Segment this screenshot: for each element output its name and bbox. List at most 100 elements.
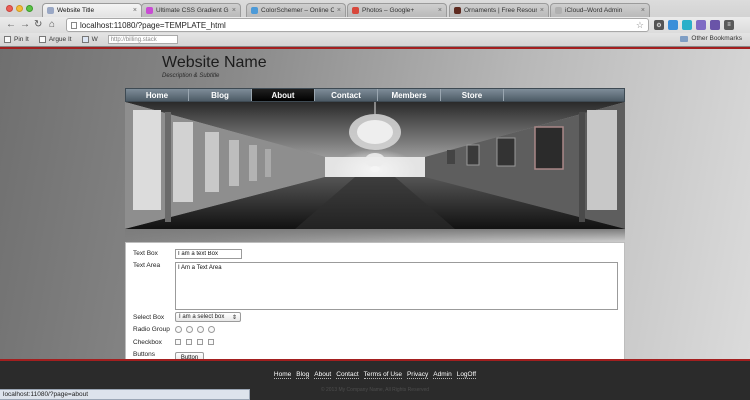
google-plus-icon [352,7,359,14]
select-box-label: Select Box [133,314,165,321]
nav-store[interactable]: Store [441,89,504,101]
page-icon [251,7,258,14]
checkbox[interactable] [175,339,181,345]
footer-link-blog[interactable]: Blog [296,371,310,379]
main-navigation: Home Blog About Contact Members Store [125,88,625,102]
browser-chrome: Website Title × Ultimate CSS Gradient Ge… [0,0,750,46]
tab-ornaments[interactable]: Ornaments | Free Resourc × [449,3,549,17]
hero-image [125,102,625,229]
footer-link-logoff[interactable]: LogOff [456,371,477,379]
checkbox[interactable] [208,339,214,345]
hero-shadow [125,229,625,241]
tab-strip: Website Title × Ultimate CSS Gradient Ge… [0,0,750,17]
close-tab-icon[interactable]: × [438,7,442,14]
page-icon [47,7,54,14]
footer-link-admin[interactable]: Admin [433,371,452,379]
tab-google-photos[interactable]: Photos – Google+ × [347,3,447,17]
close-tab-icon[interactable]: × [337,7,341,14]
tab-label: Photos – Google+ [362,7,415,14]
bookmark-label: http://billing.stack [107,35,178,44]
close-tab-icon[interactable]: × [133,7,137,14]
bookmark-pin-it[interactable]: Pin It [4,36,29,43]
footer-links: Home Blog About Contact Terms of Use Pri… [0,371,750,379]
tab-label: Website Title [57,7,95,14]
radio-group [175,326,215,333]
footer-link-home[interactable]: Home [273,371,292,379]
close-tab-icon[interactable]: × [641,7,645,14]
close-tab-icon[interactable]: × [232,7,236,14]
nav-contact[interactable]: Contact [315,89,378,101]
footer-link-about[interactable]: About [314,371,332,379]
close-tab-icon[interactable]: × [540,7,544,14]
checkbox-label: Checkbox [133,339,162,346]
bookmark-icon [81,36,89,43]
bookmark-w[interactable]: W [81,36,98,43]
minimize-window-button[interactable] [16,5,23,12]
page-icon [555,7,562,14]
radio-button[interactable] [186,326,193,333]
extension-icon[interactable] [710,20,720,30]
browser-toolbar: ← → ↻ ⌂ ☆ ⚙ ≡ [0,17,750,33]
bookmark-icon [4,36,11,43]
status-bar: localhost:11080/?page=about [0,389,250,400]
extension-icon[interactable] [668,20,678,30]
radio-button[interactable] [175,326,182,333]
page-icon [454,7,461,14]
back-arrow-icon[interactable]: ← [6,20,16,30]
nav-members[interactable]: Members [378,89,441,101]
page-icon [71,21,77,29]
site-description: Description & Subtitle [162,73,220,79]
zoom-window-button[interactable] [26,5,33,12]
extension-icon[interactable] [696,20,706,30]
checkbox[interactable] [186,339,192,345]
footer-link-privacy[interactable]: Privacy [406,371,429,379]
accent-line [0,47,750,49]
other-bookmarks[interactable]: Other Bookmarks [680,35,742,42]
home-icon[interactable]: ⌂ [49,20,55,30]
bookmark-icon [38,36,46,43]
folder-icon [680,35,689,42]
url-input[interactable] [80,20,600,30]
bookmark-label: Argue It [48,36,72,43]
text-box-label: Text Box [133,250,158,257]
bookmark-star-icon[interactable]: ☆ [636,20,644,31]
close-window-button[interactable] [6,5,13,12]
text-box-input[interactable] [175,249,242,259]
nav-about[interactable]: About [252,89,315,101]
extension-icon[interactable] [682,20,692,30]
select-arrows-icon: ⇕ [231,314,237,321]
extension-icons: ⚙ ≡ [654,20,734,30]
radio-button[interactable] [197,326,204,333]
tab-label: iCloud–Word Admin [565,7,623,14]
text-area-input[interactable]: I Am a Text Area [175,262,618,310]
footer-link-terms[interactable]: Terms of Use [363,371,402,379]
gallery-hall-picture [125,102,625,229]
bookmark-label: W [91,36,98,43]
other-bookmarks-label: Other Bookmarks [691,35,742,42]
nav-filler [504,89,624,101]
tab-css-gradient[interactable]: Ultimate CSS Gradient Gene × [141,3,241,17]
text-area-label: Text Area [133,262,161,269]
forward-arrow-icon[interactable]: → [20,20,30,30]
bookmark-billing[interactable]: http://billing.stack [107,35,178,44]
radio-button[interactable] [208,326,215,333]
select-box[interactable]: I am a select box ⇕ [175,312,241,322]
tab-label: ColorSchemer – Online Co [261,7,334,14]
page-icon [146,7,153,14]
nav-blog[interactable]: Blog [189,89,252,101]
tab-icloud[interactable]: iCloud–Word Admin × [550,3,650,17]
nav-home[interactable]: Home [126,89,189,101]
tab-website-title[interactable]: Website Title × [42,3,142,17]
site-title: Website Name [162,54,267,71]
footer-link-contact[interactable]: Contact [336,371,359,379]
radio-group-label: Radio Group [133,326,170,333]
bookmark-argue-it[interactable]: Argue It [38,36,72,43]
reload-icon[interactable]: ↻ [34,20,42,30]
checkbox-group [175,339,214,345]
wrench-icon[interactable]: ⚙ [654,20,664,30]
checkbox[interactable] [197,339,203,345]
tab-colorschemer[interactable]: ColorSchemer – Online Co × [246,3,346,17]
address-bar[interactable]: ☆ [66,18,649,32]
menu-icon[interactable]: ≡ [724,20,734,30]
buttons-label: Buttons [133,351,156,358]
